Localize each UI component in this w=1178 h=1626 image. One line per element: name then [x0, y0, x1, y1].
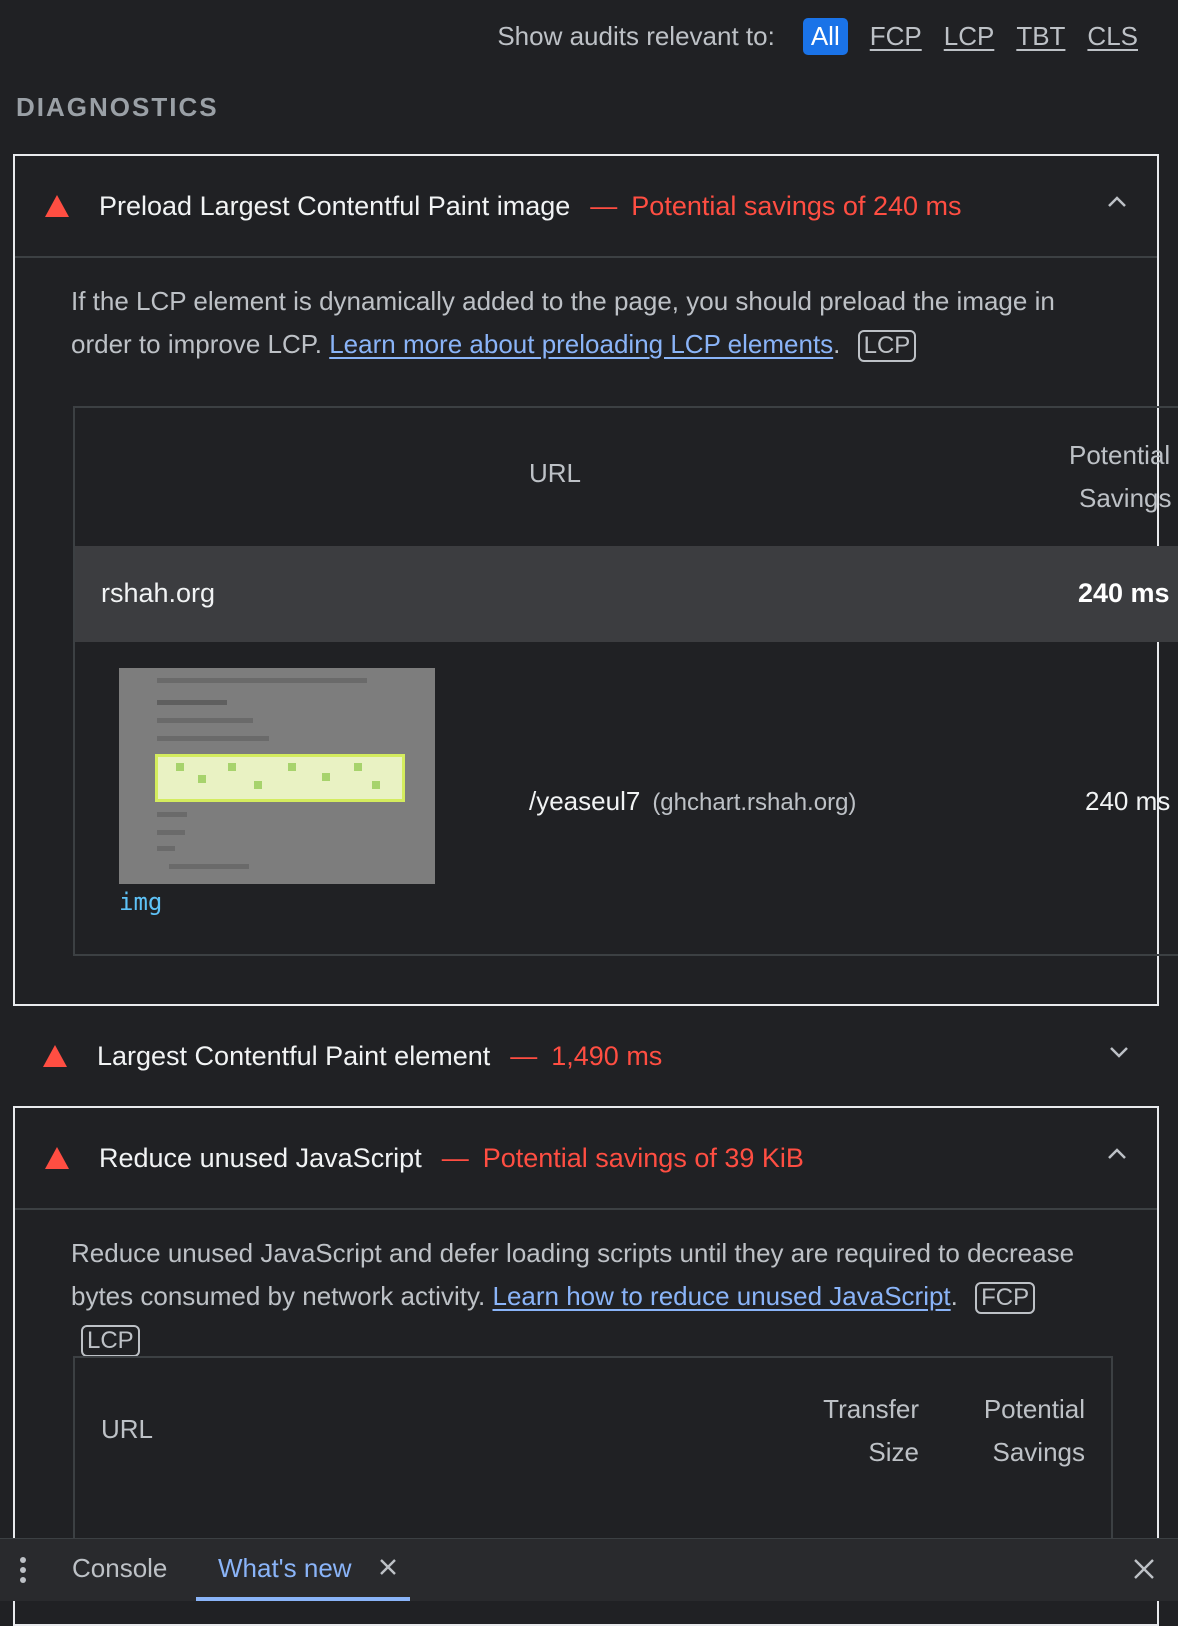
- filter-all[interactable]: All: [802, 18, 848, 55]
- audit-description: If the LCP element is dynamically added …: [15, 258, 1157, 366]
- more-options-icon[interactable]: [20, 1557, 26, 1587]
- header-line: Potential: [1069, 440, 1171, 470]
- header-line: Potential: [983, 1394, 1085, 1424]
- header-line: Size: [868, 1437, 919, 1467]
- filter-lcp[interactable]: LCP: [944, 21, 995, 52]
- tab-console[interactable]: Console: [72, 1553, 167, 1584]
- metric-tag-lcp: LCP: [857, 330, 917, 362]
- audit-details-table: URL Transfer Size Potential Savings: [73, 1356, 1113, 1556]
- metric-tag-fcp: FCP: [975, 1282, 1036, 1314]
- element-screenshot-thumbnail[interactable]: [119, 668, 435, 884]
- active-tab-indicator: [196, 1597, 410, 1601]
- table-row-group: rshah.org 240 ms: [75, 546, 1178, 642]
- fail-triangle-icon: [45, 195, 69, 217]
- filter-fcp[interactable]: FCP: [870, 21, 922, 52]
- tab-whats-new[interactable]: What's new: [218, 1553, 352, 1584]
- audit-display-value: Potential savings of 39 KiB: [482, 1142, 804, 1173]
- audit-details-table: URL Potential Savings rshah.org 240 ms i…: [73, 406, 1178, 956]
- item-savings: 240 ms: [1085, 786, 1171, 816]
- group-savings: 240 ms: [1078, 578, 1170, 608]
- highlighted-lcp-element: [155, 754, 405, 802]
- filter-tbt[interactable]: TBT: [1016, 21, 1065, 52]
- filter-cls[interactable]: CLS: [1087, 21, 1138, 52]
- audit-title: Reduce unused JavaScript: [99, 1142, 422, 1173]
- header-line: Savings: [1079, 483, 1172, 513]
- chevron-up-icon[interactable]: [1105, 190, 1129, 214]
- url-host: (ghchart.rshah.org): [652, 789, 857, 816]
- audit-display-value: Potential savings of 240 ms: [631, 190, 962, 221]
- column-header-url: URL: [529, 458, 582, 488]
- devtools-drawer: Console What's new: [0, 1538, 1178, 1601]
- close-tab-icon[interactable]: [378, 1557, 398, 1577]
- chevron-down-icon[interactable]: [1107, 1040, 1131, 1064]
- audit-filter-bar: Show audits relevant to: All FCP LCP TBT…: [497, 18, 1138, 55]
- node-tag-name[interactable]: img: [119, 888, 162, 916]
- fail-triangle-icon: [43, 1045, 67, 1067]
- audit-preload-lcp-image: Preload Largest Contentful Paint image —…: [13, 154, 1178, 1006]
- chevron-up-icon[interactable]: [1105, 1142, 1129, 1166]
- audit-description: Reduce unused JavaScript and defer loadi…: [15, 1210, 1157, 1361]
- audit-separator: —: [441, 1142, 469, 1173]
- section-title: DIAGNOSTICS: [16, 92, 219, 122]
- resource-url[interactable]: /yeaseul7 (ghchart.rshah.org): [529, 786, 856, 817]
- audit-header[interactable]: Largest Contentful Paint element — 1,490…: [13, 1006, 1159, 1106]
- audit-title: Largest Contentful Paint element: [97, 1040, 491, 1071]
- audit-display-value: 1,490 ms: [551, 1040, 663, 1071]
- audit-lcp-element: Largest Contentful Paint element — 1,490…: [13, 1006, 1159, 1106]
- metric-tag-lcp: LCP: [81, 1325, 140, 1357]
- header-line: Transfer: [823, 1394, 919, 1424]
- column-header-potential-savings: Potential Savings: [1069, 434, 1172, 520]
- column-header-url: URL: [101, 1414, 154, 1444]
- header-line: Savings: [992, 1437, 1086, 1467]
- learn-more-link[interactable]: Learn how to reduce unused JavaScript: [492, 1281, 950, 1311]
- audit-separator: —: [510, 1040, 538, 1071]
- audit-header[interactable]: Preload Largest Contentful Paint image —…: [15, 156, 1157, 258]
- filter-label: Show audits relevant to:: [497, 21, 775, 51]
- audit-separator: —: [590, 190, 618, 221]
- column-header-transfer-size: Transfer Size: [823, 1388, 919, 1474]
- fail-triangle-icon: [45, 1147, 69, 1169]
- audit-header[interactable]: Reduce unused JavaScript — Potential sav…: [15, 1108, 1157, 1210]
- close-drawer-icon[interactable]: [1132, 1557, 1156, 1581]
- entity-host: rshah.org: [101, 578, 216, 608]
- learn-more-link[interactable]: Learn more about preloading LCP elements: [329, 329, 833, 359]
- table-header: URL Potential Savings: [75, 408, 1178, 546]
- column-header-potential-savings: Potential Savings: [984, 1388, 1085, 1474]
- url-path: /yeaseul7: [529, 786, 641, 816]
- audit-title: Preload Largest Contentful Paint image: [99, 190, 571, 221]
- table-row: img /yeaseul7 (ghchart.rshah.org) 240 ms: [75, 642, 1178, 954]
